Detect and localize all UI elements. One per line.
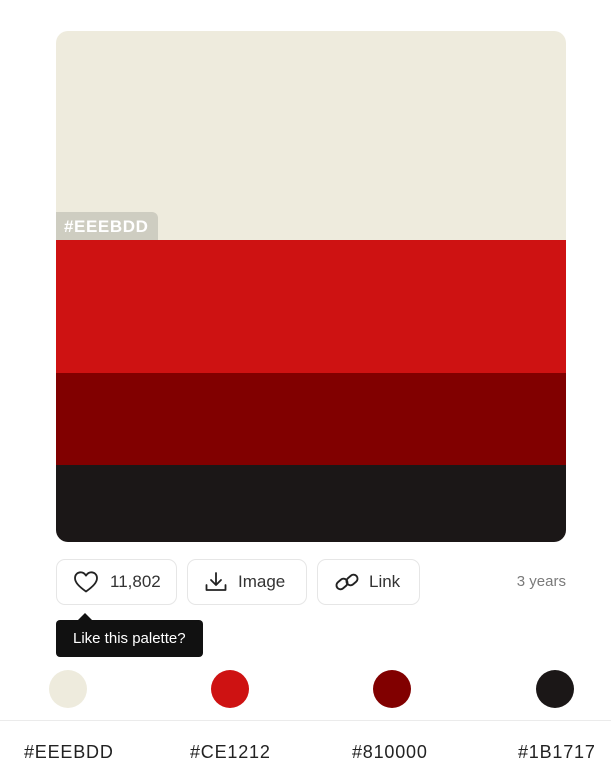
hex-code-810000[interactable]: #810000 (352, 742, 428, 763)
heart-icon (73, 570, 99, 594)
copy-link-button[interactable]: Link (317, 559, 420, 605)
palette-actions: 11,802 Image Link 3 years (56, 559, 566, 607)
palette-age: 3 years (516, 573, 566, 590)
swatch-1b1717[interactable] (56, 465, 566, 542)
divider (0, 720, 611, 721)
swatch-eeebdd[interactable]: #EEEBDD (56, 31, 566, 240)
color-dot-ce1212[interactable] (211, 670, 249, 708)
swatch-ce1212[interactable] (56, 240, 566, 373)
hex-code-ce1212[interactable]: #CE1212 (190, 742, 271, 763)
hex-code-row: #EEEBDD #CE1212 #810000 #1B1717 (0, 742, 611, 764)
hex-code-eeebdd[interactable]: #EEEBDD (24, 742, 114, 763)
swatch-hex-label: #EEEBDD (56, 212, 158, 240)
image-download-button[interactable]: Image (187, 559, 307, 605)
swatch-810000[interactable] (56, 373, 566, 465)
link-button-label: Link (369, 572, 401, 591)
color-dot-row (0, 670, 611, 708)
palette-card[interactable]: #EEEBDD (56, 31, 566, 542)
color-dot-eeebdd[interactable] (49, 670, 87, 708)
hex-code-1b1717[interactable]: #1B1717 (518, 742, 596, 763)
color-dot-810000[interactable] (373, 670, 411, 708)
download-icon (204, 571, 228, 593)
like-button[interactable]: 11,802 (56, 559, 177, 605)
like-count: 11,802 (110, 572, 161, 591)
link-icon (334, 570, 360, 594)
like-tooltip: Like this palette? (56, 613, 203, 657)
image-button-label: Image (238, 572, 286, 591)
color-dot-1b1717[interactable] (536, 670, 574, 708)
